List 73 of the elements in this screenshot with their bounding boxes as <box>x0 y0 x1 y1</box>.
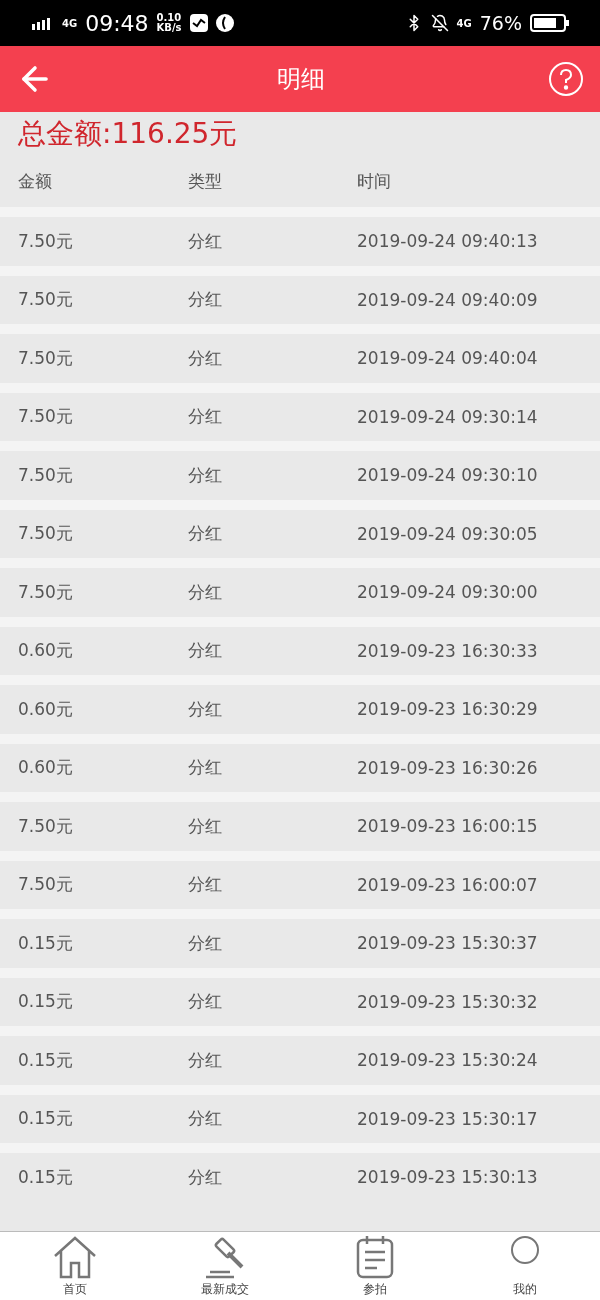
speed-value: 0.10 <box>156 13 182 23</box>
table-cell-text: 0.15元 <box>18 1048 74 1072</box>
table-cell-text: 7.50元 <box>18 814 74 838</box>
table-cell-text: 2019-09-23 16:00:07 <box>357 874 539 895</box>
table-cell-text: 7.50元 <box>18 229 74 253</box>
table-cell-text: 0.60元 <box>18 697 74 721</box>
table-cell-text: 7.50元 <box>18 580 74 604</box>
table-cell-text: 2019-09-23 16:30:33 <box>357 640 539 661</box>
table-cell-text: 分红 <box>188 405 223 429</box>
table-cell-text: 分红 <box>188 229 223 253</box>
clipboard-icon <box>355 1235 395 1279</box>
battery-percent: 76% <box>479 12 522 34</box>
table-cell-text: 分红 <box>188 931 223 955</box>
home-icon <box>52 1235 98 1279</box>
total-amount: 总金额:116.25元 <box>17 115 239 152</box>
page-title: 明细 <box>276 64 326 95</box>
table-cell-text: 分红 <box>188 580 223 604</box>
table-cell-text: 2019-09-23 15:30:13 <box>357 1167 539 1188</box>
table-cell-text: 分红 <box>188 288 223 312</box>
table-cell-text: 2019-09-23 15:30:37 <box>357 933 539 954</box>
table-cell-text: 7.50元 <box>18 522 74 546</box>
speed-unit: KB/s <box>156 23 182 33</box>
table-cell-text: 分红 <box>188 756 223 780</box>
table-cell-text: 0.60元 <box>18 756 74 780</box>
table-cell-text: 2019-09-23 16:00:15 <box>357 816 539 837</box>
table-cell-text: 7.50元 <box>18 463 74 487</box>
table-cell-text: 2019-09-23 16:30:26 <box>357 757 539 778</box>
nav-tab[interactable]: 我的 <box>450 1232 600 1300</box>
table-cell-text: 0.15元 <box>18 1165 74 1189</box>
table-cell-text: 0.15元 <box>18 931 74 955</box>
table-cell-text: 0.15元 <box>18 990 74 1014</box>
app-icon <box>189 14 208 32</box>
column-header: 金额 <box>18 169 53 193</box>
network-type: 4G <box>62 17 78 29</box>
table-cell-text: 分红 <box>188 639 223 663</box>
table-cell-text: 分红 <box>188 697 223 721</box>
table-cell-text: 分红 <box>188 1107 223 1131</box>
table-cell-text: 2019-09-24 09:30:10 <box>357 465 539 486</box>
table-cell-text: 7.50元 <box>18 405 74 429</box>
table-cell-text: 分红 <box>188 990 223 1014</box>
table-cell-text: 分红 <box>188 522 223 546</box>
bell-off-icon <box>430 14 449 32</box>
table-cell-text: 2019-09-23 15:30:24 <box>357 1050 539 1071</box>
table-cell-text: 2019-09-23 15:30:17 <box>357 1108 539 1129</box>
table-cell-text: 2019-09-24 09:30:05 <box>357 523 539 544</box>
table-cell-text: 2019-09-24 09:40:09 <box>357 289 539 310</box>
nav-tab[interactable]: 最新成交 <box>150 1232 300 1300</box>
table-cell-text: 7.50元 <box>18 288 74 312</box>
table-cell-text: 2019-09-24 09:30:00 <box>357 582 539 603</box>
table-cell-text: 分红 <box>188 463 223 487</box>
battery-icon <box>530 14 570 32</box>
table-cell-text: 分红 <box>188 1048 223 1072</box>
table-cell-text: 0.60元 <box>18 639 74 663</box>
table-cell-text: 2019-09-24 09:40:04 <box>357 348 539 369</box>
help-button[interactable] <box>548 61 584 97</box>
table-cell-text: 7.50元 <box>18 346 74 370</box>
table-cell-text: 7.50元 <box>18 873 74 897</box>
nav-tab[interactable]: 参拍 <box>300 1232 450 1300</box>
clock-time: 09:48 <box>85 10 149 36</box>
nav-tab[interactable]: 首页 <box>0 1232 150 1300</box>
table-cell-text: 0.15元 <box>18 1107 74 1131</box>
column-header: 时间 <box>357 169 392 193</box>
table-cell-text: 2019-09-24 09:40:13 <box>357 231 539 252</box>
table-cell-text: 2019-09-24 09:30:14 <box>357 406 539 427</box>
column-header: 类型 <box>188 169 223 193</box>
data-network-type: 4G <box>456 17 472 29</box>
table-cell-text: 分红 <box>188 814 223 838</box>
table-cell-text: 分红 <box>188 346 223 370</box>
table-cell-text: 分红 <box>188 1165 223 1189</box>
globe-icon <box>215 14 234 32</box>
table-cell-text: 分红 <box>188 873 223 897</box>
table-cell-text: 2019-09-23 16:30:29 <box>357 699 539 720</box>
table-cell-text: 2019-09-23 15:30:32 <box>357 991 539 1012</box>
